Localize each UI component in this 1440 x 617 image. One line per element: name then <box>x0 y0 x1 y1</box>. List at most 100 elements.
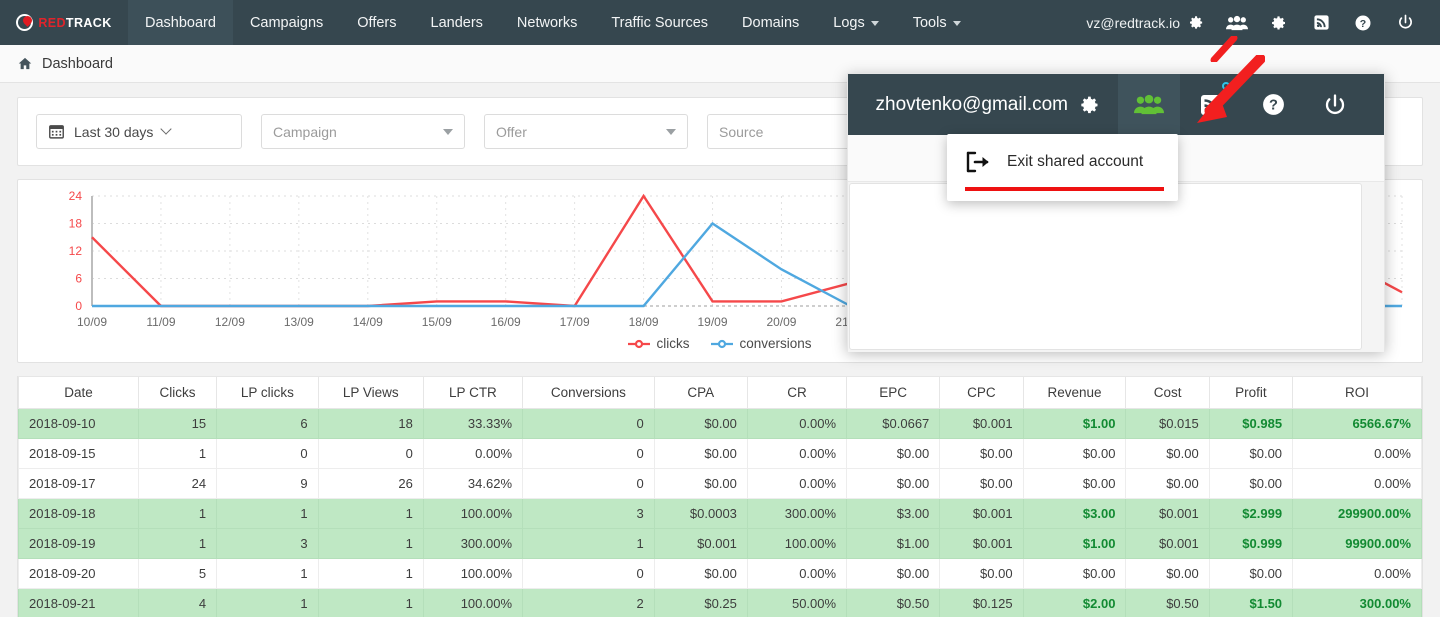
shared-account-overlay-panel: zhovtenko@gmail.com ? <box>847 73 1385 352</box>
table-cell: 4 <box>137 588 218 617</box>
legend-item-clicks[interactable]: clicks <box>628 336 689 351</box>
shared-accounts-button[interactable] <box>1216 0 1258 45</box>
offer-placeholder: Offer <box>496 123 527 140</box>
home-icon <box>18 57 32 70</box>
table-header-roi[interactable]: ROI <box>1292 376 1422 409</box>
table-cell: 300.00% <box>422 528 524 559</box>
table-row[interactable]: 2018-09-18 1 1 1 100.00% 3 $0.0003 300.00% $3.00… <box>18 498 1422 529</box>
table-cell: $0.015 <box>1125 408 1210 439</box>
table-cell: 0 <box>216 438 319 469</box>
table-cell: $0.00 <box>653 468 748 499</box>
table-row[interactable]: 2018-09-21 4 1 1 100.00% 2 $0.25 50.00% $0.50 $0.… <box>18 588 1422 617</box>
nav-item-offers[interactable]: Offers <box>340 0 413 45</box>
table-row[interactable]: 2018-09-20 5 1 1 100.00% 0 $0.00 0.00% $0.00 $0.0… <box>18 558 1422 589</box>
table-cell: 1 <box>216 498 319 529</box>
table-header-profit[interactable]: Profit <box>1208 376 1294 409</box>
chevron-down-icon <box>160 122 173 135</box>
power-icon <box>1398 14 1412 29</box>
table-header-cpc[interactable]: CPC <box>939 376 1024 409</box>
annotation-underline <box>965 187 1164 191</box>
table-cell: $0.00 <box>1208 438 1294 469</box>
table-cell: $0.00 <box>1022 468 1127 499</box>
table-header-date[interactable]: Date <box>18 376 139 409</box>
nav-item-traffic-sources[interactable]: Traffic Sources <box>594 0 725 45</box>
stats-table-wrapper: Date Clicks LP clicks LP Views LP CTR Convers… <box>17 376 1423 617</box>
overlay-help-button[interactable]: ? <box>1242 74 1304 135</box>
nav-label: Dashboard <box>145 14 216 31</box>
overlay-shared-accounts-button[interactable] <box>1118 74 1180 135</box>
brand-red-text: RED <box>38 15 66 30</box>
chevron-down-icon <box>952 21 961 26</box>
table-cell: 100.00% <box>422 558 524 589</box>
nav-item-networks[interactable]: Networks <box>500 0 594 45</box>
table-cell: $0.25 <box>653 588 748 617</box>
table-row[interactable]: 2018-09-15 1 0 0 0.00% 0 $0.00 0.00% $0.00 $0.00 $… <box>18 438 1422 469</box>
table-cell: 1 <box>317 498 424 529</box>
table-header-cost[interactable]: Cost <box>1125 376 1210 409</box>
table-cell: $2.999 <box>1208 498 1294 529</box>
nav-item-dashboard[interactable]: Dashboard <box>128 0 233 45</box>
settings-gear-icon <box>1272 15 1285 29</box>
table-cell: 6 <box>216 408 319 439</box>
gear-icon <box>1081 96 1098 113</box>
settings-button[interactable] <box>1258 0 1300 45</box>
table-header-lp-views[interactable]: LP Views <box>317 376 424 409</box>
nav-item-campaigns[interactable]: Campaigns <box>233 0 340 45</box>
brand-logo[interactable]: REDTRACK <box>0 0 128 45</box>
table-cell: $0.001 <box>1125 498 1210 529</box>
notification-dot <box>1222 82 1230 90</box>
table-cell: 1 <box>137 528 218 559</box>
table-cell: 300.00% <box>1292 588 1422 617</box>
table-row[interactable]: 2018-09-19 1 3 1 300.00% 1 $0.001 100.00% $1.00 $… <box>18 528 1422 559</box>
nav-item-tools[interactable]: Tools <box>896 0 978 45</box>
overlay-logout-button[interactable] <box>1304 74 1366 135</box>
table-header-cr[interactable]: CR <box>746 376 848 409</box>
table-header-clicks[interactable]: Clicks <box>137 376 218 409</box>
chevron-down-icon <box>666 128 676 135</box>
table-header-epc[interactable]: EPC <box>846 376 941 409</box>
table-cell: 1 <box>317 528 424 559</box>
overlay-feed-button[interactable] <box>1180 74 1242 135</box>
rss-feed-icon <box>1313 15 1329 30</box>
table-cell: $0.001 <box>939 408 1024 439</box>
source-placeholder: Source <box>719 123 764 140</box>
table-row[interactable]: 2018-09-17 24 9 26 34.62% 0 $0.00 0.00% $0.00 $0.… <box>18 468 1422 499</box>
legend-item-conversions[interactable]: conversions <box>711 336 812 351</box>
offer-select[interactable]: Offer <box>484 114 688 149</box>
table-cell: $0.00 <box>1022 438 1127 469</box>
table-cell: 1 <box>317 558 424 589</box>
table-cell: 100.00% <box>422 498 524 529</box>
table-cell: 0 <box>522 468 655 499</box>
table-cell: $0.985 <box>1208 408 1294 439</box>
table-cell: 0 <box>522 438 655 469</box>
date-range-picker[interactable]: Last 30 days <box>36 114 242 149</box>
legend-label-conversions: conversions <box>739 336 812 351</box>
table-header-revenue[interactable]: Revenue <box>1022 376 1127 409</box>
logout-button[interactable] <box>1384 0 1426 45</box>
feed-button[interactable] <box>1300 0 1342 45</box>
table-cell: 2018-09-10 <box>18 408 139 439</box>
nav-item-logs[interactable]: Logs <box>816 0 895 45</box>
table-body: 2018-09-10 15 6 18 33.33% 0 $0.00 0.00% $0.0667 $… <box>18 408 1422 617</box>
nav-item-domains[interactable]: Domains <box>725 0 816 45</box>
table-header-conversions[interactable]: Conversions <box>522 376 655 409</box>
account-email-button[interactable]: vz@redtrack.io <box>1074 15 1216 31</box>
campaign-select[interactable]: Campaign <box>261 114 465 149</box>
table-cell: $0.00 <box>1125 438 1210 469</box>
table-row[interactable]: 2018-09-10 15 6 18 33.33% 0 $0.00 0.00% $0.0667 $… <box>18 408 1422 439</box>
table-cell: 9 <box>216 468 319 499</box>
table-header-cpa[interactable]: CPA <box>653 376 748 409</box>
table-cell: 0.00% <box>746 438 848 469</box>
overlay-navbar: zhovtenko@gmail.com ? <box>848 74 1384 135</box>
table-cell: 0 <box>522 558 655 589</box>
table-header-lp-clicks[interactable]: LP clicks <box>216 376 319 409</box>
table-cell: $0.00 <box>1208 468 1294 499</box>
nav-item-landers[interactable]: Landers <box>414 0 500 45</box>
table-cell: 100.00% <box>746 528 848 559</box>
table-header-lp-ctr[interactable]: LP CTR <box>422 376 524 409</box>
help-button[interactable]: ? <box>1342 0 1384 45</box>
exit-shared-account-item[interactable]: Exit shared account <box>947 141 1178 183</box>
table-cell: $0.50 <box>1125 588 1210 617</box>
overlay-account-email-button[interactable]: zhovtenko@gmail.com <box>858 94 1118 116</box>
table-cell: $0.0003 <box>653 498 748 529</box>
